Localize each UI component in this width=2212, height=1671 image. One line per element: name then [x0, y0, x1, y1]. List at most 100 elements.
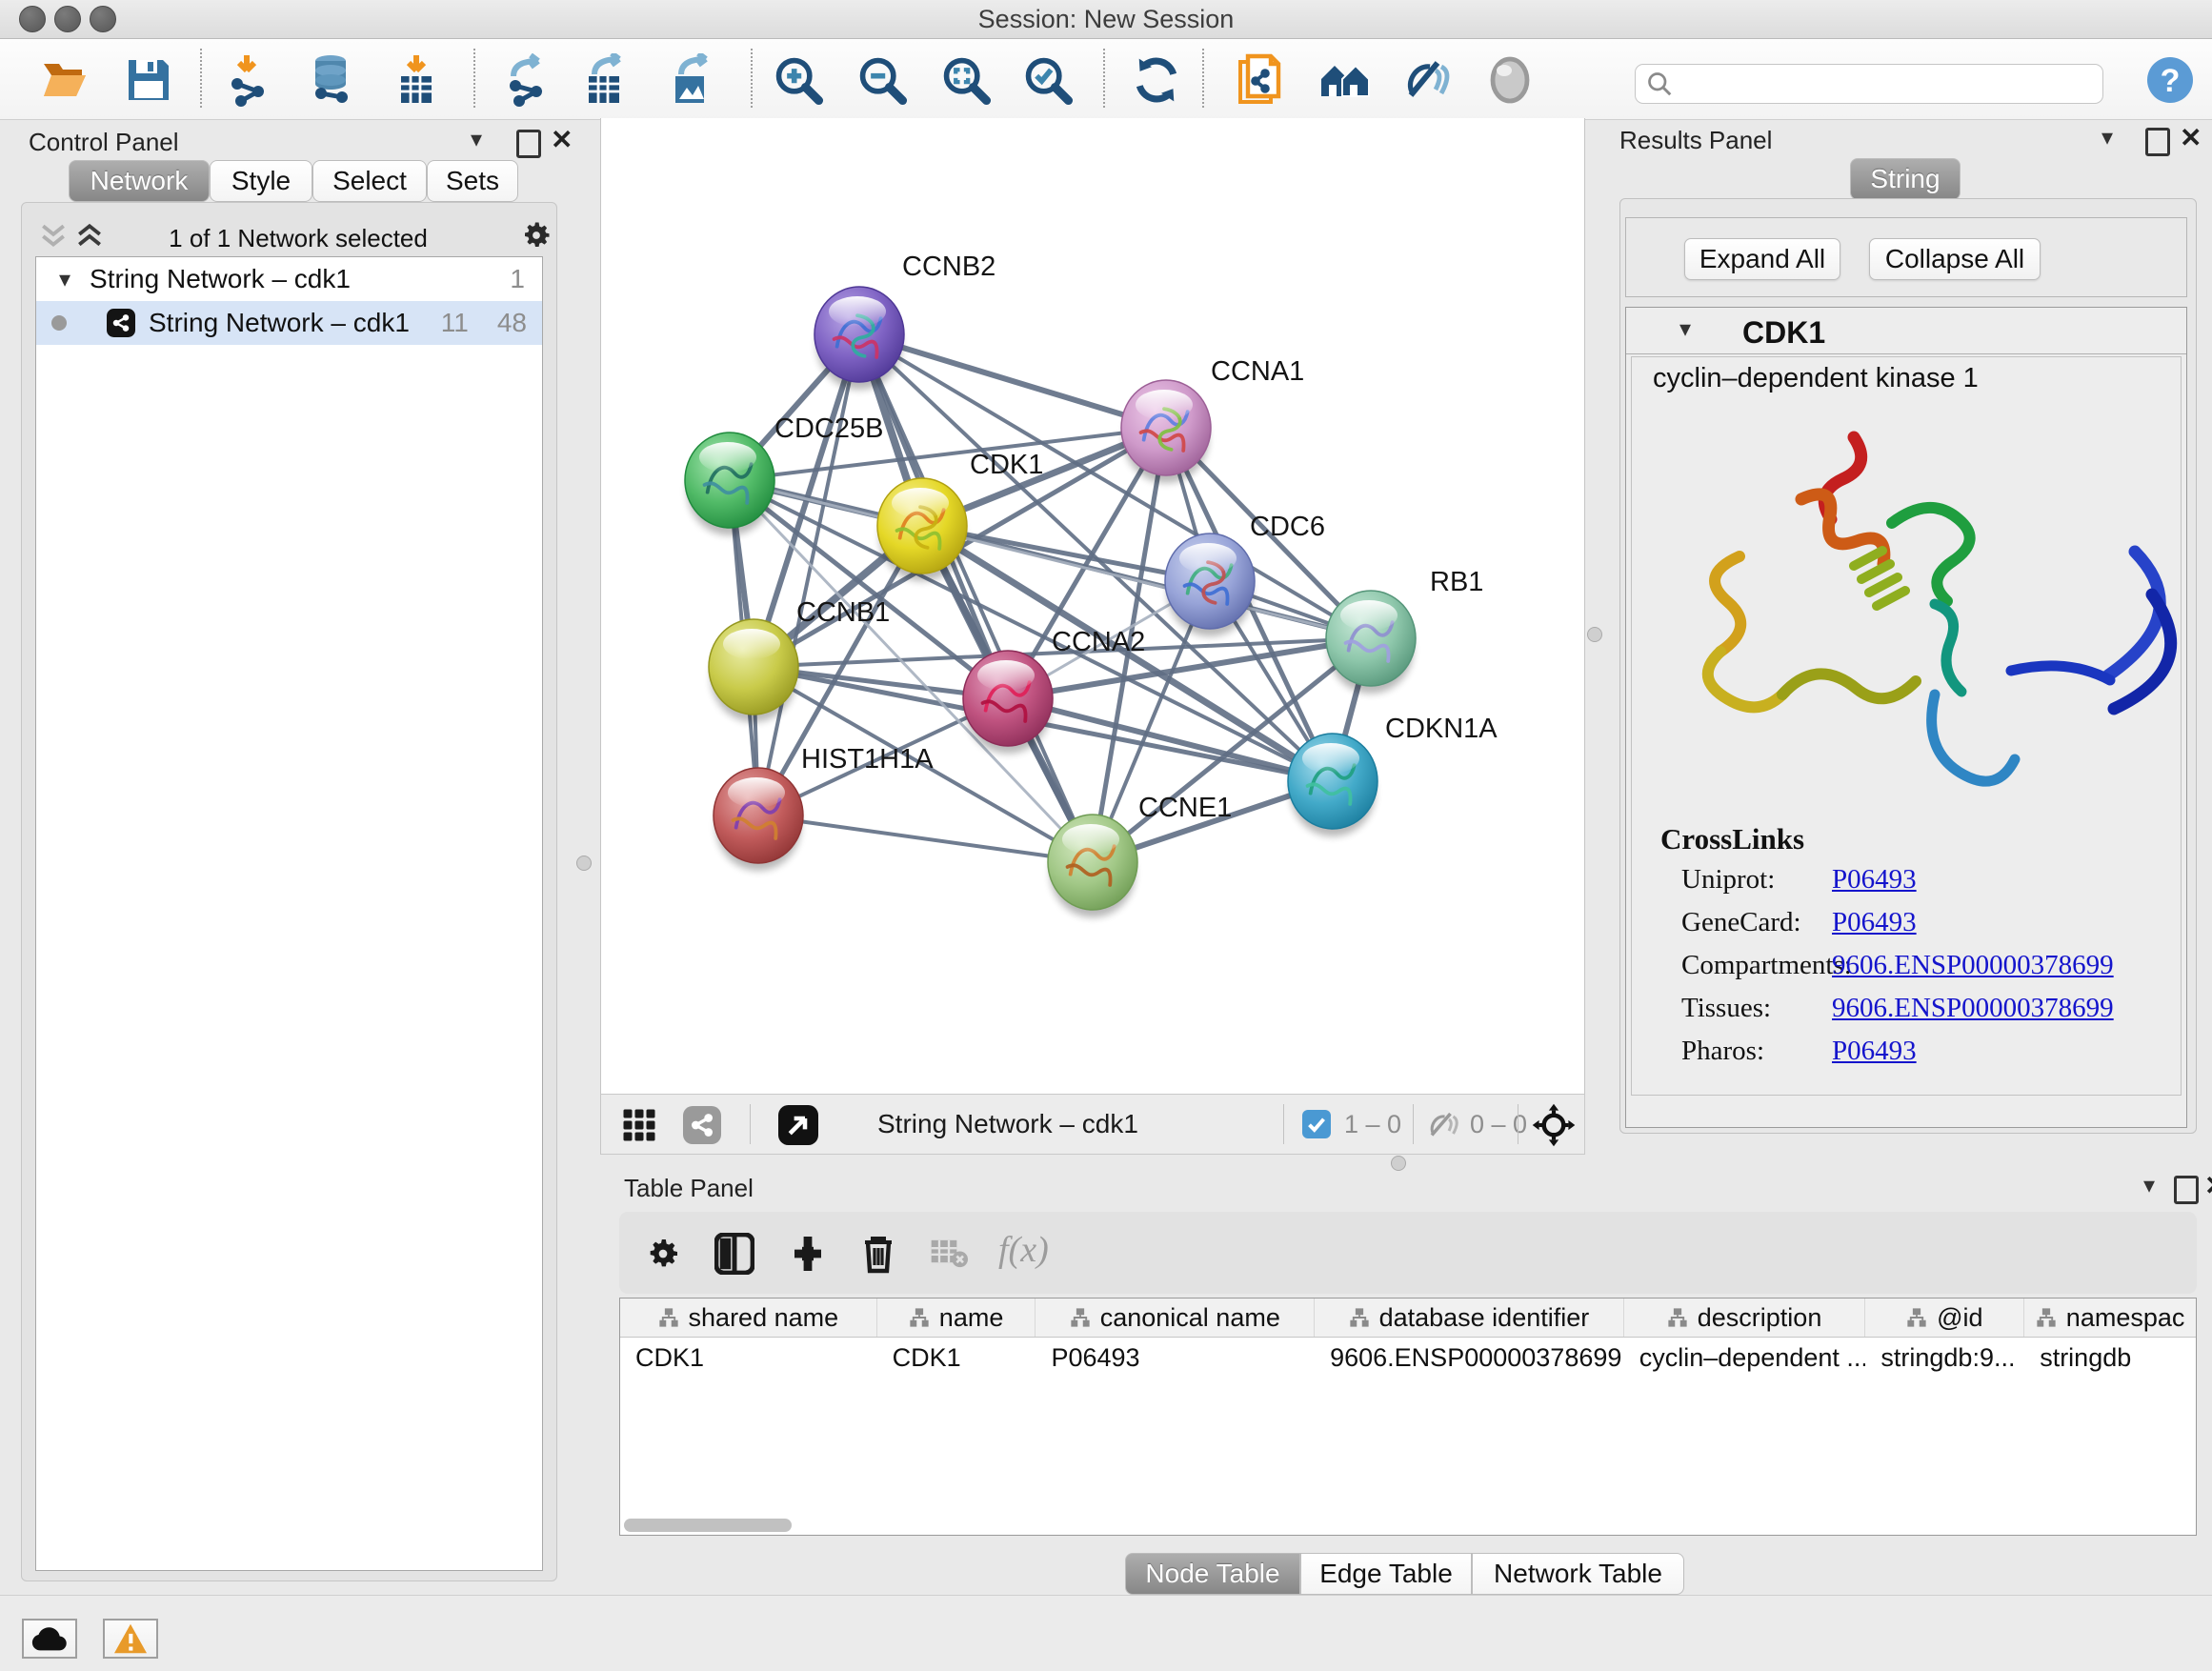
import-database-icon[interactable]: [301, 52, 362, 108]
column-header[interactable]: @id: [1865, 1299, 2024, 1337]
hide-panels-icon[interactable]: [1398, 52, 1458, 108]
zoom-selected-icon[interactable]: [1017, 52, 1078, 108]
network-edge[interactable]: [758, 815, 1093, 862]
columns-icon[interactable]: [714, 1233, 754, 1279]
network-edge-count: 48: [497, 308, 527, 338]
crosslink-genecard[interactable]: P06493: [1832, 907, 1917, 938]
network-row[interactable]: String Network – cdk1 11 48: [36, 301, 542, 345]
network-canvas[interactable]: CCNB2CCNA1CDC25BCDK1CDC6RB1CCNB1CCNA2CDK…: [600, 118, 1585, 1094]
node-table[interactable]: shared name name canonical name database…: [619, 1298, 2197, 1536]
import-table-icon[interactable]: [387, 52, 448, 108]
help-icon[interactable]: ?: [2140, 52, 2201, 108]
open-folder-icon[interactable]: [36, 52, 97, 108]
network-edge[interactable]: [859, 334, 1166, 428]
network-node-ccna1[interactable]: CCNA1: [1121, 356, 1304, 483]
table-toolbar: f(x): [619, 1212, 2197, 1294]
table-horizontal-scrollbar[interactable]: [624, 1519, 792, 1532]
column-header[interactable]: name: [877, 1299, 1036, 1337]
network-node-ccne1[interactable]: CCNE1: [1048, 793, 1232, 917]
column-header[interactable]: namespac: [2024, 1299, 2196, 1337]
string-network-view[interactable]: CCNB2CCNA1CDC25BCDK1CDC6RB1CCNB1CCNA2CDK…: [601, 118, 1584, 1092]
expand-all-button[interactable]: Expand All: [1684, 238, 1840, 280]
import-network-icon[interactable]: [219, 52, 280, 108]
node-label-ccne1: CCNE1: [1138, 793, 1232, 823]
tab-node-table[interactable]: Node Table: [1125, 1553, 1300, 1595]
table-panel-collapse-icon[interactable]: ▾: [2143, 1172, 2155, 1199]
delete-column-icon[interactable]: [859, 1233, 897, 1279]
toolbar-separator: [1283, 1104, 1284, 1144]
node-label-ccna1: CCNA1: [1211, 356, 1304, 387]
collection-expand-icon[interactable]: ▾: [59, 266, 70, 293]
crosslink-compartments[interactable]: 9606.ENSP00000378699: [1832, 950, 2114, 981]
table-panel-float-icon[interactable]: [2174, 1176, 2199, 1204]
network-node-cdkn1a[interactable]: CDKN1A: [1288, 714, 1498, 836]
collapse-all-button[interactable]: Collapse All: [1869, 238, 2041, 280]
table-panel-close-icon[interactable]: ✕: [2204, 1170, 2212, 1201]
houses-icon[interactable]: [1315, 52, 1376, 108]
add-column-icon[interactable]: [789, 1235, 827, 1278]
tab-sets[interactable]: Sets: [427, 160, 518, 202]
warning-button[interactable]: [103, 1619, 158, 1659]
window-title: Session: New Session: [0, 5, 2212, 34]
tab-select[interactable]: Select: [312, 160, 427, 202]
zoom-fit-icon[interactable]: [935, 52, 996, 108]
grid-view-icon[interactable]: [622, 1108, 656, 1147]
cloud-button[interactable]: [22, 1619, 77, 1659]
node-label-ccnb2: CCNB2: [902, 252, 995, 282]
crosslink-label: GeneCard:: [1681, 907, 1801, 938]
crosslink-pharos[interactable]: P06493: [1832, 1036, 1917, 1067]
results-panel-close-icon[interactable]: ✕: [2180, 122, 2202, 153]
birds-eye-view-icon[interactable]: [778, 1105, 818, 1150]
table-row[interactable]: CDK1 CDK1 P06493 9606.ENSP00000378699 cy…: [620, 1338, 2196, 1378]
export-table-icon[interactable]: [574, 52, 635, 108]
crosslink-tissues[interactable]: 9606.ENSP00000378699: [1832, 993, 2114, 1024]
control-panel-title: Control Panel: [29, 128, 179, 157]
column-header[interactable]: database identifier: [1315, 1299, 1624, 1337]
string-document-icon[interactable]: [1231, 52, 1292, 108]
control-panel-float-icon[interactable]: [516, 130, 541, 158]
vertical-splitter-handle-left[interactable]: [576, 856, 592, 871]
node-label-hist1h1a: HIST1H1A: [801, 744, 934, 775]
show-panels-icon[interactable]: [1479, 52, 1540, 108]
tab-network[interactable]: Network: [69, 160, 210, 202]
table-panel-title: Table Panel: [624, 1174, 754, 1203]
refresh-icon[interactable]: [1126, 52, 1187, 108]
vertical-splitter-handle-right[interactable]: [1587, 627, 1602, 642]
export-image-icon[interactable]: [661, 52, 722, 108]
table-gear-icon[interactable]: [644, 1235, 682, 1278]
column-header[interactable]: description: [1624, 1299, 1866, 1337]
search-field[interactable]: [1635, 64, 2103, 104]
collapse-tree-icon[interactable]: [75, 222, 104, 255]
crosslink-uniprot[interactable]: P06493: [1832, 864, 1917, 896]
column-header[interactable]: shared name: [620, 1299, 877, 1337]
gene-collapse-icon[interactable]: ▾: [1679, 315, 1691, 343]
control-panel-collapse-icon[interactable]: ▾: [471, 126, 482, 153]
gear-icon[interactable]: [519, 218, 553, 257]
network-node-hist1h1a[interactable]: HIST1H1A: [714, 744, 934, 871]
results-panel-collapse-icon[interactable]: ▾: [2101, 124, 2113, 151]
horizontal-splitter-handle[interactable]: [1391, 1156, 1406, 1171]
tab-string[interactable]: String: [1850, 158, 1961, 200]
column-header[interactable]: canonical name: [1036, 1299, 1315, 1337]
export-network-icon[interactable]: [497, 52, 558, 108]
fit-move-crosshair-icon[interactable]: [1531, 1102, 1577, 1153]
control-panel-close-icon[interactable]: ✕: [551, 124, 573, 155]
save-icon[interactable]: [118, 52, 179, 108]
crosslinks-heading: CrossLinks: [1660, 822, 1804, 856]
search-input[interactable]: [1674, 69, 2078, 100]
network-edge[interactable]: [859, 334, 1093, 862]
selected-checkbox-icon[interactable]: [1302, 1110, 1331, 1143]
network-node-ccnb1[interactable]: CCNB1: [709, 597, 890, 722]
string-view-icon[interactable]: [683, 1106, 721, 1149]
tab-network-table[interactable]: Network Table: [1472, 1553, 1684, 1595]
zoom-out-icon[interactable]: [852, 52, 913, 108]
network-collection-row[interactable]: ▾ String Network – cdk1 1: [36, 257, 542, 301]
network-node-rb1[interactable]: RB1: [1326, 567, 1483, 694]
results-panel-title: Results Panel: [1619, 126, 1772, 155]
expand-tree-icon[interactable]: [39, 222, 68, 255]
results-panel-float-icon[interactable]: [2145, 128, 2170, 156]
tab-edge-table[interactable]: Edge Table: [1300, 1553, 1472, 1595]
node-label-cdkn1a: CDKN1A: [1385, 714, 1498, 744]
tab-style[interactable]: Style: [210, 160, 312, 202]
zoom-in-icon[interactable]: [768, 52, 829, 108]
